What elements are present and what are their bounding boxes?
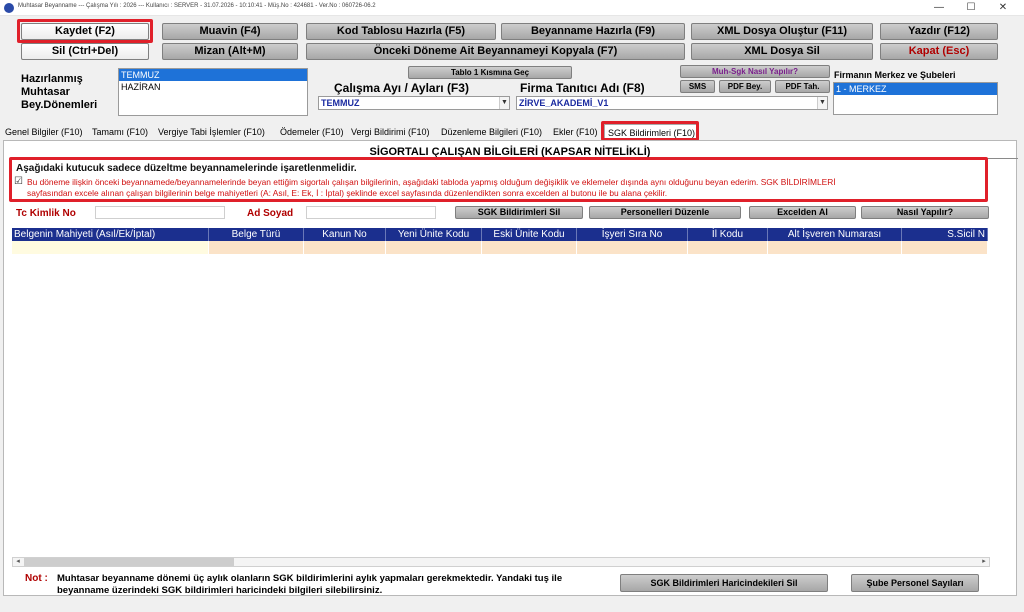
grid-cell-belge-turu[interactable]: [209, 241, 304, 254]
periods-label-line2: Muhtasar: [21, 86, 70, 98]
firma-label: Firma Tanıtıcı Adı (F8): [520, 81, 645, 95]
onceki-donem-button[interactable]: Önceki Döneme Ait Beyannameyi Kopyala (F…: [306, 43, 685, 60]
tab-genel-bilgiler[interactable]: Genel Bilgiler (F10): [5, 124, 83, 140]
not-label: Not :: [25, 573, 48, 584]
excelden-al-button[interactable]: Excelden Al: [749, 206, 856, 219]
app-icon: [4, 3, 14, 13]
sgk-haricindekileri-sil-button[interactable]: SGK Bildirimleri Haricindekileri Sil: [620, 574, 828, 592]
kaydet-highlight: [17, 19, 153, 43]
chevron-down-icon[interactable]: ▼: [817, 97, 827, 109]
grid-header-alt-isveren-numarasi[interactable]: Alt İşveren Numarası: [768, 228, 902, 241]
grid-header-isyeri-sira-no[interactable]: İşyeri Sıra No: [577, 228, 688, 241]
minimize-button[interactable]: —: [924, 0, 954, 16]
sil-button[interactable]: Sil (Ctrl+Del): [21, 43, 149, 60]
beyanname-hazirla-button[interactable]: Beyanname Hazırla (F9): [501, 23, 685, 40]
periods-label-line3: Bey.Dönemleri: [21, 99, 98, 111]
xml-olustur-button[interactable]: XML Dosya Oluştur (F11): [691, 23, 873, 40]
grid-cell-eski-unite-kodu[interactable]: [482, 241, 577, 254]
mizan-button[interactable]: Mizan (Alt+M): [162, 43, 298, 60]
firma-select[interactable]: ZİRVE_AKADEMİ_V1 ▼: [516, 96, 828, 110]
sube-personel-sayilari-button[interactable]: Şube Personel Sayıları: [851, 574, 979, 592]
xml-sil-button[interactable]: XML Dosya Sil: [691, 43, 873, 60]
kapat-button[interactable]: Kapat (Esc): [880, 43, 998, 60]
tab-ekler[interactable]: Ekler (F10): [553, 124, 598, 140]
duzeltme-checkbox[interactable]: ☑: [14, 176, 23, 187]
tab-vergiye-tabi[interactable]: Vergiye Tabi İşlemler (F10): [158, 124, 265, 140]
tablo1-button[interactable]: Tablo 1 Kısmına Geç: [408, 66, 572, 79]
sube-item-merkez[interactable]: 1 - MERKEZ: [834, 83, 997, 95]
grid-header-kanun-no[interactable]: Kanun No: [304, 228, 386, 241]
pdf-bey-button[interactable]: PDF Bey.: [719, 80, 771, 93]
grid-header-eski-unite-kodu[interactable]: Eski Ünite Kodu: [482, 228, 577, 241]
grid-cell-alt-isveren-numarasi[interactable]: [768, 241, 902, 254]
tab-duzenleme-bilgileri[interactable]: Düzenleme Bilgileri (F10): [441, 124, 542, 140]
grid-header-belgenin-mahiyeti[interactable]: Belgenin Mahiyeti (Asıl/Ek/İptal): [12, 228, 209, 241]
maximize-button[interactable]: ☐: [956, 0, 986, 16]
periods-list[interactable]: TEMMUZ HAZİRAN: [118, 68, 308, 116]
scrollbar-thumb[interactable]: [24, 558, 234, 566]
tab-odemeler[interactable]: Ödemeler (F10): [280, 124, 344, 140]
firma-value: ZİRVE_AKADEMİ_V1: [519, 98, 609, 108]
muavin-button[interactable]: Muavin (F4): [162, 23, 298, 40]
grid-cell-isyeri-sira-no[interactable]: [577, 241, 688, 254]
tc-kimlik-label: Tc Kimlik No: [16, 208, 76, 219]
grid-cell-belgenin-mahiyeti[interactable]: [12, 241, 209, 254]
warning-heading: Aşağıdaki kutucuk sadece düzeltme beyann…: [16, 163, 357, 174]
footer-note-line1: Muhtasar beyanname dönemi üç aylık olanl…: [57, 573, 563, 584]
subeler-list[interactable]: 1 - MERKEZ: [833, 82, 998, 115]
ad-soyad-label: Ad Soyad: [247, 208, 294, 219]
tc-kimlik-input[interactable]: [95, 206, 225, 219]
title-bar: Muhtasar Beyanname --- Çalışma Yılı : 20…: [0, 0, 1024, 16]
sgk-tab-highlight: [601, 121, 699, 141]
sms-button[interactable]: SMS: [680, 80, 715, 93]
muh-sgk-button[interactable]: Muh-Sgk Nasıl Yapılır?: [680, 65, 830, 78]
subeler-label: Firmanın Merkez ve Şubeleri: [834, 70, 956, 80]
window-title: Muhtasar Beyanname --- Çalışma Yılı : 20…: [18, 3, 376, 9]
scroll-left-icon[interactable]: ◂: [13, 558, 23, 566]
grid-cell-s-sicil[interactable]: [902, 241, 988, 254]
personelleri-duzenle-button[interactable]: Personelleri Düzenle: [589, 206, 741, 219]
tab-vergi-bildirimi[interactable]: Vergi Bildirimi (F10): [351, 124, 430, 140]
calisma-label: Çalışma Ayı / Ayları (F3): [334, 81, 469, 95]
periods-label-line1: Hazırlanmış: [21, 73, 83, 85]
kod-tablosu-button[interactable]: Kod Tablosu Hazırla (F5): [306, 23, 496, 40]
grid-cell-il-kodu[interactable]: [688, 241, 768, 254]
footer-note-line2: beyanname üzerindeki SGK bildirimleri ha…: [57, 585, 383, 596]
calisma-value: TEMMUZ: [321, 98, 360, 108]
pdf-tah-button[interactable]: PDF Tah.: [775, 80, 830, 93]
chevron-down-icon[interactable]: ▼: [499, 97, 509, 109]
ad-soyad-input[interactable]: [306, 206, 436, 219]
tab-tamami[interactable]: Tamamı (F10): [92, 124, 148, 140]
calisma-select[interactable]: TEMMUZ ▼: [318, 96, 510, 110]
grid-header-s-sicil[interactable]: S.Sicil N: [902, 228, 988, 241]
yazdir-button[interactable]: Yazdır (F12): [880, 23, 998, 40]
period-item-temmuz[interactable]: TEMMUZ: [119, 69, 307, 81]
grid-header-yeni-unite-kodu[interactable]: Yeni Ünite Kodu: [386, 228, 482, 241]
period-item-haziran[interactable]: HAZİRAN: [119, 81, 307, 93]
warning-text-line1: Bu döneme ilişkin önceki beyannamede/bey…: [27, 177, 836, 187]
close-window-button[interactable]: ✕: [988, 0, 1018, 16]
scroll-right-icon[interactable]: ▸: [979, 558, 989, 566]
sgk-bildirimleri-sil-button[interactable]: SGK Bildirimleri Sil: [455, 206, 583, 219]
nasil-yapilir-button[interactable]: Nasıl Yapılır?: [861, 206, 989, 219]
warning-text-line2: sayfasından excele alınan çalışan bilgil…: [27, 188, 668, 198]
grid-cell-kanun-no[interactable]: [304, 241, 386, 254]
grid-cell-yeni-unite-kodu[interactable]: [386, 241, 482, 254]
grid-header-il-kodu[interactable]: İl Kodu: [688, 228, 768, 241]
grid-header-belge-turu[interactable]: Belge Türü: [209, 228, 304, 241]
